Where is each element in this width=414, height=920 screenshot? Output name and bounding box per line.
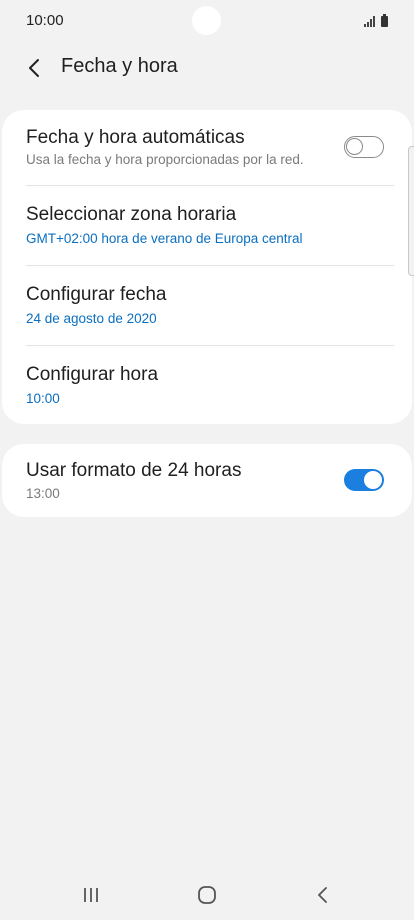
toggle-knob [364, 471, 382, 489]
recent-apps-icon [84, 888, 98, 902]
automatic-date-time-row[interactable]: Fecha y hora automáticas Usa la fecha y … [2, 110, 412, 185]
chevron-left-icon [29, 59, 39, 77]
status-time: 10:00 [26, 12, 64, 29]
use-24-hour-format-toggle[interactable] [344, 469, 384, 491]
back-icon [318, 887, 327, 903]
date-time-settings-card: Fecha y hora automáticas Usa la fecha y … [2, 110, 412, 424]
home-button[interactable] [187, 880, 227, 910]
system-back-button[interactable] [303, 880, 343, 910]
navigation-bar [0, 870, 414, 920]
setting-subtitle: 24 de agosto de 2020 [26, 311, 157, 326]
setting-title: Configurar fecha [26, 284, 167, 305]
camera-cutout [192, 6, 221, 35]
setting-title: Seleccionar zona horaria [26, 204, 237, 225]
setting-subtitle: 10:00 [26, 391, 60, 406]
use-24-hour-format-row[interactable]: Usar formato de 24 horas 13:00 [2, 444, 412, 517]
time-format-card: Usar formato de 24 horas 13:00 [2, 444, 412, 517]
scroll-indicator[interactable] [408, 146, 414, 276]
back-button[interactable] [18, 52, 50, 84]
battery-icon [381, 14, 388, 27]
set-date-row[interactable]: Configurar fecha 24 de agosto de 2020 [2, 266, 412, 345]
setting-subtitle: GMT+02:00 hora de verano de Europa centr… [26, 231, 303, 246]
status-bar: 10:00 [0, 0, 414, 42]
automatic-date-time-toggle[interactable] [344, 136, 384, 158]
setting-title: Configurar hora [26, 364, 159, 385]
setting-title: Usar formato de 24 horas [26, 460, 242, 481]
home-icon [198, 886, 216, 904]
select-timezone-row[interactable]: Seleccionar zona horaria GMT+02:00 hora … [2, 186, 412, 265]
setting-subtitle: Usa la fecha y hora proporcionadas por l… [26, 152, 304, 167]
set-time-row[interactable]: Configurar hora 10:00 [2, 346, 412, 424]
setting-subtitle: 13:00 [26, 486, 60, 501]
toggle-knob [346, 138, 363, 155]
page-title: Fecha y hora [61, 55, 178, 77]
recent-apps-button[interactable] [71, 880, 111, 910]
status-icons [364, 13, 388, 27]
setting-title: Fecha y hora automáticas [26, 127, 245, 148]
app-bar: Fecha y hora [0, 48, 414, 88]
signal-icon [364, 15, 375, 27]
